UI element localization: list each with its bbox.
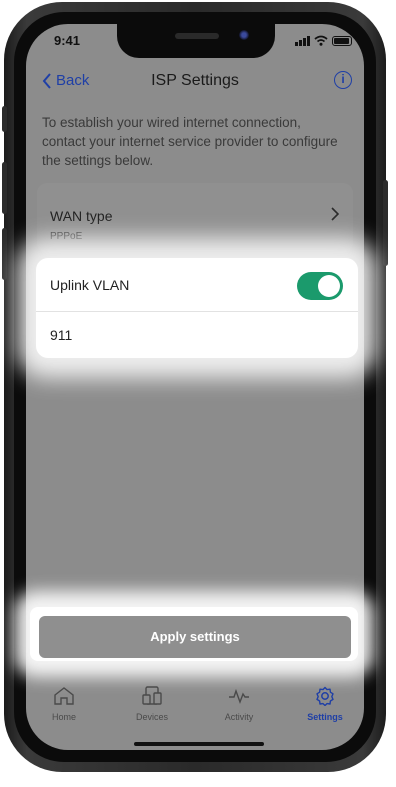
tab-settings-label: Settings [307, 712, 343, 722]
power-button [383, 180, 388, 266]
mute-switch [2, 106, 7, 132]
home-icon [54, 687, 74, 705]
tab-devices[interactable]: Devices [117, 686, 187, 722]
description-text: To establish your wired internet connect… [42, 115, 338, 168]
apply-settings-button[interactable]: Apply settings [39, 616, 351, 658]
tab-home-label: Home [51, 712, 76, 722]
tab-home[interactable]: Home [29, 686, 99, 722]
wan-type-label: WAN type [50, 208, 113, 224]
uplink-vlan-label: Uplink VLAN [50, 277, 130, 293]
toggle-knob [318, 275, 340, 297]
wifi-icon [314, 35, 328, 46]
settings-icon [316, 686, 334, 706]
uplink-vlan-toggle[interactable] [297, 272, 343, 300]
divider [36, 311, 358, 312]
volume-up-button [2, 162, 7, 214]
devices-icon [142, 686, 162, 705]
wan-type-row[interactable]: WAN type PPPoE [37, 183, 353, 253]
vlan-id-field[interactable]: 911 [50, 327, 72, 343]
navigation-bar: Back ISP Settings i [26, 68, 364, 98]
activity-icon [229, 688, 249, 705]
wan-type-value: PPPoE [50, 231, 83, 242]
tab-activity[interactable]: Activity [204, 686, 274, 722]
speaker [175, 33, 219, 39]
tab-settings[interactable]: Settings [290, 686, 360, 722]
tab-activity-label: Activity [224, 712, 254, 722]
tab-devices-label: Devices [135, 712, 168, 722]
battery-icon [332, 36, 352, 46]
page-title: ISP Settings [151, 72, 239, 89]
status-icons [295, 35, 352, 46]
status-time: 9:41 [54, 33, 81, 48]
home-indicator [134, 742, 264, 746]
front-camera [239, 30, 249, 40]
info-icon[interactable]: i [334, 71, 352, 89]
tab-bar: Home Devices Activity Settings [26, 676, 364, 732]
notch [117, 24, 275, 58]
cellular-signal-icon [295, 36, 310, 46]
volume-down-button [2, 228, 7, 280]
chevron-right-icon [331, 207, 339, 221]
